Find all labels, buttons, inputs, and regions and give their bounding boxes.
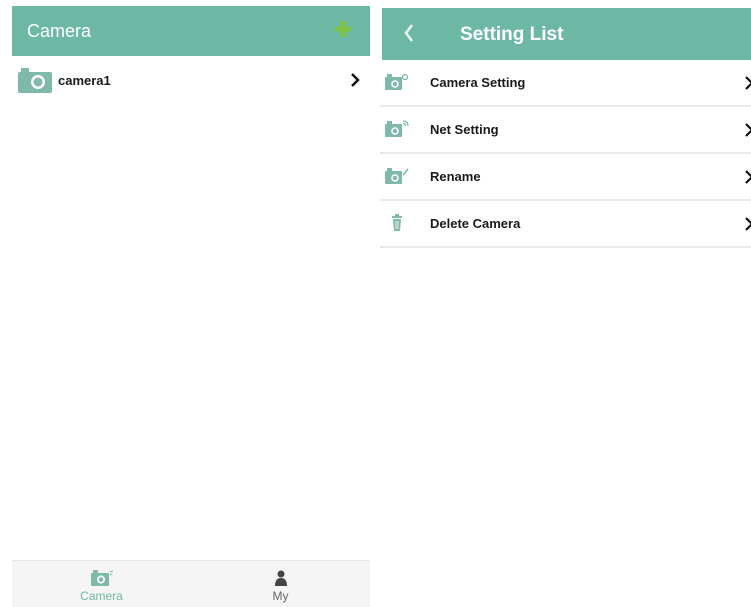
setting-label: Delete Camera	[430, 216, 521, 231]
camera-edit-icon	[385, 168, 409, 184]
camera-network-icon	[385, 120, 409, 137]
camera-settings-icon	[385, 73, 409, 90]
camera-icon	[90, 570, 113, 586]
tab-camera[interactable]: Camera	[12, 561, 191, 607]
setting-item-camera-setting[interactable]: Camera Setting	[380, 60, 751, 107]
setting-label: Net Setting	[430, 122, 499, 137]
chevron-right-icon	[351, 73, 360, 87]
person-icon	[274, 570, 287, 586]
page-title: Setting List	[460, 24, 564, 45]
chevron-right-icon	[745, 76, 751, 90]
chevron-right-icon	[745, 170, 751, 184]
setting-list-screen: Setting List Camera Setting Net Setting …	[380, 0, 751, 607]
add-icon[interactable]	[334, 20, 352, 38]
camera-header: Camera	[12, 6, 370, 56]
screen-separator	[370, 0, 380, 607]
page-title: Camera	[27, 21, 92, 41]
tab-label: Camera	[80, 589, 123, 603]
chevron-right-icon	[745, 217, 751, 231]
setting-item-net-setting[interactable]: Net Setting	[380, 107, 751, 154]
setting-item-rename[interactable]: Rename	[380, 154, 751, 201]
camera-list-item[interactable]: camera1	[12, 58, 370, 102]
setting-header: Setting List	[382, 8, 751, 60]
back-icon[interactable]	[400, 22, 418, 44]
tab-label: My	[272, 589, 289, 603]
chevron-right-icon	[745, 123, 751, 137]
setting-label: Camera Setting	[430, 75, 526, 90]
settings-list: Camera Setting Net Setting Rename Delete…	[380, 60, 751, 248]
setting-item-delete-camera[interactable]: Delete Camera	[380, 201, 751, 248]
setting-label: Rename	[430, 169, 481, 184]
camera-icon	[18, 68, 52, 93]
tab-my[interactable]: My	[191, 561, 370, 607]
camera-name: camera1	[58, 72, 111, 88]
bottom-tab-bar: Camera My	[12, 560, 370, 607]
trash-icon	[392, 214, 402, 231]
camera-list-screen: Camera camera1 Camera My	[0, 0, 370, 607]
